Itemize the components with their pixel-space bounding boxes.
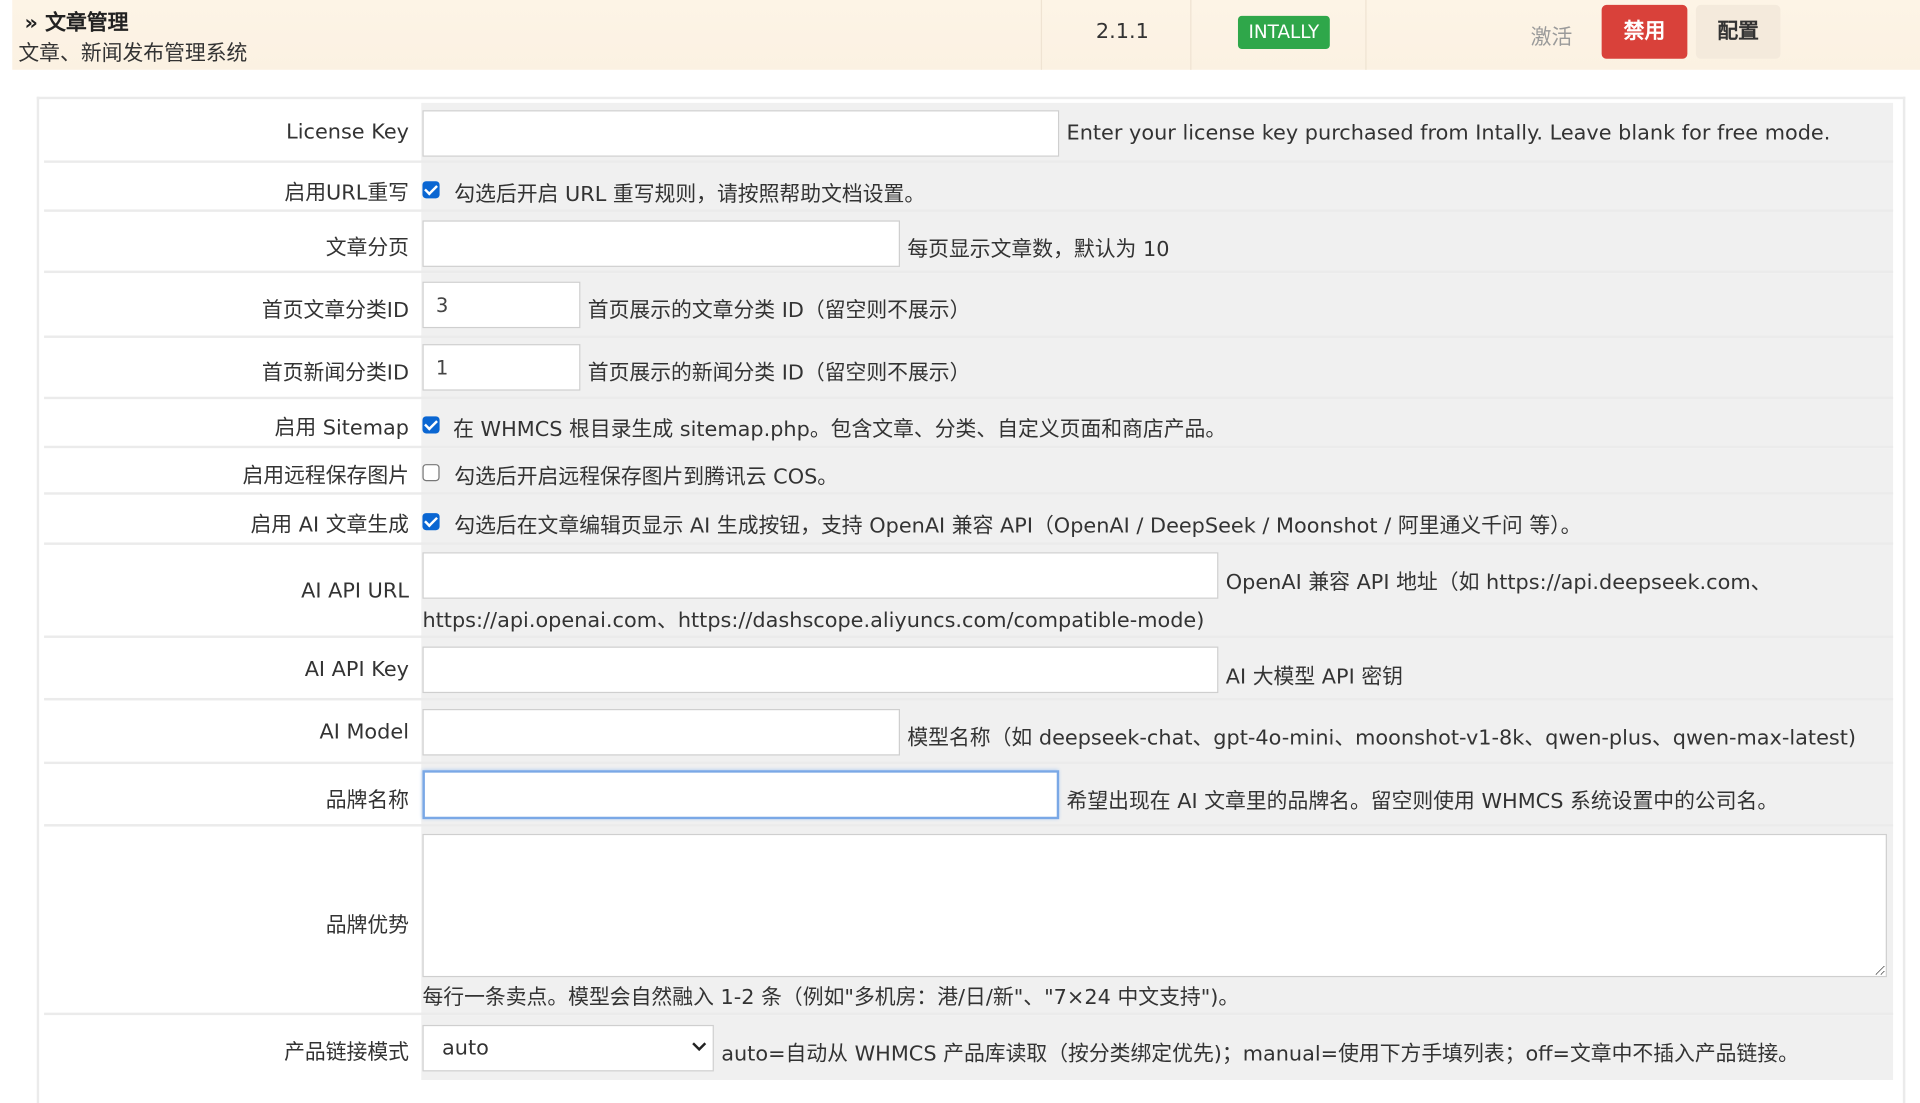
brand-name-label: 品牌名称 [325, 788, 409, 814]
ai-model-help: 模型名称（如 deepseek-chat、gpt-4o-mini、moonsho… [907, 726, 1857, 751]
license-key-help: Enter your license key purchased from In… [1066, 121, 1831, 146]
ai-generate-help: 勾选后在文章编辑页显示 AI 生成按钮，支持 OpenAI 兼容 API（Ope… [454, 514, 1582, 539]
vendor-badge: INTALLY [1237, 15, 1330, 49]
license-key-input[interactable] [422, 110, 1060, 157]
url-rewrite-label: 启用URL重写 [284, 181, 409, 206]
product-link-mode-selected: auto [442, 1035, 489, 1061]
configure-button[interactable]: 配置 [1695, 4, 1781, 59]
ai-api-key-input[interactable] [422, 646, 1219, 694]
field-cell: 模型名称（如 deepseek-chat、gpt-4o-mini、moonsho… [421, 700, 1894, 765]
setting-row-home-article-category: 首页文章分类ID 首页展示的文章分类 ID（留空则不展示） [44, 273, 1894, 338]
module-header-row: » 文章管理 文章、新闻发布管理系统 2.1.1 INTALLY 激活 禁用 配… [12, 0, 1920, 70]
setting-row-ai-api-key: AI API Key AI 大模型 API 密钥 [44, 637, 1894, 701]
url-rewrite-help: 勾选后开启 URL 重写规则，请按照帮助文档设置。 [454, 182, 926, 207]
setting-row-sitemap: 启用 Sitemap 在 WHMCS 根目录生成 sitemap.php。包含文… [44, 399, 1894, 449]
activate-button[interactable]: 激活 [1531, 20, 1573, 50]
product-link-mode-select[interactable]: auto [422, 1024, 714, 1072]
setting-row-ai-model: AI Model 模型名称（如 deepseek-chat、gpt-4o-min… [44, 700, 1894, 765]
field-cell: 每页显示文章数，默认为 10 [421, 211, 1894, 274]
ai-api-url-help-line2: https://api.openai.com、https://dashscope… [422, 608, 1205, 634]
setting-row-remote-images: 启用远程保存图片 勾选后开启远程保存图片到腾讯云 COS。 [44, 448, 1894, 495]
ai-api-url-help-line1: OpenAI 兼容 API 地址（如 https://api.deepseek.… [1225, 570, 1772, 596]
home-news-category-input[interactable] [422, 344, 581, 391]
pagination-input[interactable] [422, 220, 901, 267]
brand-name-input[interactable] [422, 770, 1060, 820]
column-divider [1190, 0, 1192, 70]
setting-row-pagination: 文章分页 每页显示文章数，默认为 10 [44, 211, 1894, 274]
home-news-category-label: 首页新闻分类ID [261, 361, 409, 386]
home-article-category-input[interactable] [422, 281, 581, 329]
field-cell: 首页展示的新闻分类 ID（留空则不展示） [421, 337, 1894, 400]
field-cell: 勾选后开启 URL 重写规则，请按照帮助文档设置。 [421, 162, 1894, 212]
brand-advantages-label: 品牌优势 [325, 913, 409, 938]
product-link-mode-label: 产品链接模式 [284, 1040, 409, 1066]
home-article-category-label: 首页文章分类ID [261, 298, 409, 324]
column-divider [1040, 0, 1043, 70]
field-cell: Enter your license key purchased from In… [421, 102, 1894, 163]
remote-images-label: 启用远程保存图片 [242, 464, 409, 489]
home-article-category-help: 首页展示的文章分类 ID（留空则不展示） [587, 298, 971, 324]
setting-row-product-link-mode: 产品链接模式 auto auto=自动从 WHMCS 产品库读取（按分类绑定优先… [44, 1015, 1894, 1081]
field-cell: 希望出现在 AI 文章里的品牌名。留空则使用 WHMCS 系统设置中的公司名。 [421, 764, 1894, 827]
ai-api-url-label: AI API URL [301, 579, 409, 604]
setting-row-ai-generate: 启用 AI 文章生成 勾选后在文章编辑页显示 AI 生成按钮，支持 OpenAI… [44, 494, 1894, 545]
ai-api-key-help: AI 大模型 API 密钥 [1225, 664, 1403, 690]
setting-row-url-rewrite: 启用URL重写 勾选后开启 URL 重写规则，请按照帮助文档设置。 [44, 162, 1894, 212]
field-cell: OpenAI 兼容 API 地址（如 https://api.deepseek.… [421, 544, 1894, 638]
setting-row-brand-advantages: 品牌优势 每行一条卖点。模型会自然融入 1-2 条（例如"多机房：港/日/新"、… [44, 826, 1894, 1016]
setting-row-home-news-category: 首页新闻分类ID 首页展示的新闻分类 ID（留空则不展示） [44, 337, 1894, 400]
pagination-help: 每页显示文章数，默认为 10 [907, 237, 1170, 263]
ai-generate-label: 启用 AI 文章生成 [250, 513, 409, 538]
field-cell: 每行一条卖点。模型会自然融入 1-2 条（例如"多机房：港/日/新"、"7×24… [421, 826, 1894, 1016]
remote-images-help: 勾选后开启远程保存图片到腾讯云 COS。 [454, 465, 839, 490]
column-divider [1365, 0, 1367, 70]
field-cell: AI 大模型 API 密钥 [421, 637, 1894, 701]
ai-api-url-input[interactable] [422, 552, 1219, 599]
pagination-label: 文章分页 [325, 236, 409, 261]
ai-model-label: AI Model [319, 720, 409, 745]
brand-name-help: 希望出现在 AI 文章里的品牌名。留空则使用 WHMCS 系统设置中的公司名。 [1066, 789, 1779, 815]
home-news-category-help: 首页展示的新闻分类 ID（留空则不展示） [587, 361, 971, 386]
url-rewrite-checkbox[interactable] [422, 181, 440, 199]
setting-row-ai-api-url: AI API URL OpenAI 兼容 API 地址（如 https://ap… [44, 544, 1894, 638]
remote-images-checkbox[interactable] [422, 464, 440, 482]
sitemap-label: 启用 Sitemap [274, 416, 409, 441]
disable-button[interactable]: 禁用 [1601, 4, 1688, 59]
module-version: 2.1.1 [1095, 19, 1149, 45]
product-link-mode-help: auto=自动从 WHMCS 产品库读取（按分类绑定优先)；manual=使用下… [721, 1042, 1799, 1067]
setting-row-brand-name: 品牌名称 希望出现在 AI 文章里的品牌名。留空则使用 WHMCS 系统设置中的… [44, 764, 1894, 827]
brand-advantages-textarea[interactable] [422, 833, 1887, 978]
brand-advantages-help: 每行一条卖点。模型会自然融入 1-2 条（例如"多机房：港/日/新"、"7×24… [422, 985, 1240, 1011]
field-cell: 首页展示的文章分类 ID（留空则不展示） [421, 273, 1894, 338]
field-cell: 在 WHMCS 根目录生成 sitemap.php。包含文章、分类、自定义页面和… [421, 399, 1894, 449]
field-cell: 勾选后在文章编辑页显示 AI 生成按钮，支持 OpenAI 兼容 API（Ope… [421, 494, 1894, 545]
ai-generate-checkbox[interactable] [422, 513, 440, 531]
license-key-label: License Key [286, 120, 409, 145]
sitemap-checkbox[interactable] [422, 416, 440, 434]
field-cell: 勾选后开启远程保存图片到腾讯云 COS。 [421, 448, 1894, 495]
ai-api-key-label: AI API Key [304, 657, 409, 683]
module-title: » 文章管理 [24, 11, 129, 36]
setting-row-license-key: License Key Enter your license key purch… [44, 102, 1894, 163]
chevron-down-icon [692, 1042, 707, 1052]
field-cell: auto auto=自动从 WHMCS 产品库读取（按分类绑定优先)；manua… [421, 1015, 1894, 1081]
sitemap-help: 在 WHMCS 根目录生成 sitemap.php。包含文章、分类、自定义页面和… [453, 417, 1227, 443]
ai-model-input[interactable] [422, 708, 901, 756]
module-subtitle: 文章、新闻发布管理系统 [18, 41, 248, 67]
